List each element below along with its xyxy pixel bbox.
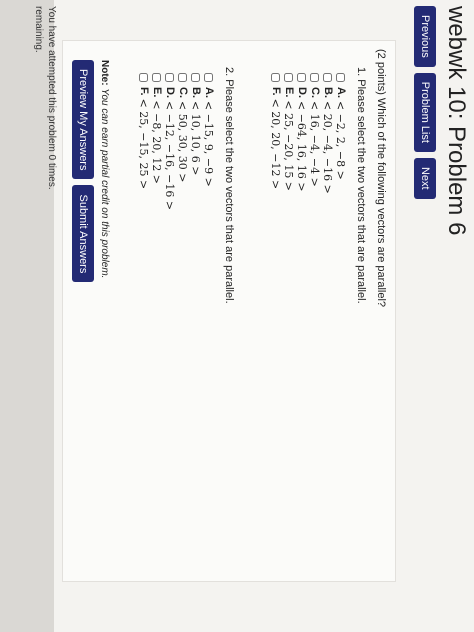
- option-label: F.: [138, 87, 150, 96]
- option-label: A.: [335, 87, 347, 98]
- option-row: F. < 20, 20, −12 >: [269, 73, 282, 304]
- option-row: D. < −12, −16, −16 >: [163, 73, 176, 304]
- submit-answers-button[interactable]: Submit Answers: [72, 185, 94, 283]
- option-vector: < −8, 20, 12 >: [150, 100, 163, 185]
- option-checkbox-2e[interactable]: [152, 73, 161, 82]
- problem-navigation: Previous Problem List Next: [414, 6, 436, 199]
- part-2-title: 2. Please select the two vectors that ar…: [223, 67, 235, 304]
- option-row: D. < −64, 16, 16 >: [295, 73, 308, 304]
- option-checkbox-2f[interactable]: [139, 73, 148, 82]
- attempts-text: You have attempted this problem 0 times.: [46, 6, 57, 190]
- option-checkbox-1f[interactable]: [271, 73, 280, 82]
- answer-actions: Preview My Answers Submit Answers: [72, 60, 94, 283]
- option-vector: < −2, 2, −8 >: [334, 101, 347, 180]
- option-checkbox-2a[interactable]: [204, 73, 213, 82]
- option-label: B.: [190, 87, 202, 98]
- problem-list-button[interactable]: Problem List: [414, 72, 436, 152]
- problem-panel: (2 points) Which of the following vector…: [62, 40, 396, 582]
- option-checkbox-2b[interactable]: [191, 73, 200, 82]
- option-vector: < −12, −16, −16 >: [163, 101, 176, 211]
- option-label: D.: [296, 87, 308, 98]
- option-vector: < 10, 10, 6 >: [189, 101, 202, 176]
- option-checkbox-1b[interactable]: [323, 73, 332, 82]
- preview-answers-button[interactable]: Preview My Answers: [72, 60, 94, 180]
- option-row: C. < 50, 30, 30 >: [176, 73, 189, 304]
- part-1-options: A. < −2, 2, −8 > B. < 20, −4, −16 > C. <…: [269, 67, 347, 304]
- option-vector: < 25, −20, 15 >: [282, 100, 295, 192]
- option-label: C.: [177, 87, 189, 98]
- page-title: webwk 10: Problem 6: [443, 6, 470, 236]
- option-checkbox-1a[interactable]: [336, 73, 345, 82]
- option-label: E.: [283, 87, 295, 98]
- option-row: C. < 16, −4, −4 >: [308, 73, 321, 304]
- problem-part-2: 2. Please select the two vectors that ar…: [137, 67, 235, 304]
- option-row: E. < 25, −20, 15 >: [282, 73, 295, 304]
- part-2-options: A. < −15, 9, −9 > B. < 10, 10, 6 > C. < …: [137, 67, 215, 304]
- option-checkbox-2c[interactable]: [178, 73, 187, 82]
- option-vector: < 50, 30, 30 >: [176, 101, 189, 183]
- option-checkbox-1d[interactable]: [297, 73, 306, 82]
- option-vector: < 25, −15, 25 >: [137, 98, 150, 190]
- option-vector: < −64, 16, 16 >: [295, 101, 308, 192]
- option-label: C.: [309, 87, 321, 98]
- remaining-text: remaining.: [33, 6, 44, 53]
- option-row: A. < −2, 2, −8 >: [334, 73, 347, 304]
- option-row: A. < −15, 9, −9 >: [202, 73, 215, 304]
- option-vector: < 20, 20, −12 >: [269, 98, 282, 190]
- option-vector: < 16, −4, −4 >: [308, 101, 321, 187]
- option-vector: < 20, −4, −16 >: [321, 101, 334, 194]
- option-row: B. < 20, −4, −16 >: [321, 73, 334, 304]
- option-row: F. < 25, −15, 25 >: [137, 73, 150, 304]
- rotated-page: webwk 10: Problem 6 Previous Problem Lis…: [0, 0, 474, 632]
- option-label: D.: [164, 87, 176, 98]
- option-row: B. < 10, 10, 6 >: [189, 73, 202, 304]
- option-row: E. < −8, 20, 12 >: [150, 73, 163, 304]
- option-label: B.: [322, 87, 334, 98]
- note-label: Note:: [99, 60, 110, 86]
- option-vector: < −15, 9, −9 >: [202, 101, 215, 187]
- note-text: You can earn partial credit on this prob…: [99, 88, 110, 279]
- next-button[interactable]: Next: [414, 157, 436, 199]
- attempt-status: You have attempted this problem 0 times.…: [32, 6, 58, 190]
- option-checkbox-2d[interactable]: [165, 73, 174, 82]
- option-label: F.: [270, 87, 282, 96]
- option-checkbox-1c[interactable]: [310, 73, 319, 82]
- problem-intro: (2 points) Which of the following vector…: [375, 49, 387, 308]
- option-label: E.: [151, 87, 163, 98]
- option-label: A.: [203, 87, 215, 98]
- partial-credit-note: Note: You can earn partial credit on thi…: [99, 60, 110, 278]
- part-1-title: 1. Please select the two vectors that ar…: [355, 67, 367, 304]
- previous-button[interactable]: Previous: [414, 6, 436, 67]
- problem-part-1: 1. Please select the two vectors that ar…: [269, 67, 367, 304]
- option-checkbox-1e[interactable]: [284, 73, 293, 82]
